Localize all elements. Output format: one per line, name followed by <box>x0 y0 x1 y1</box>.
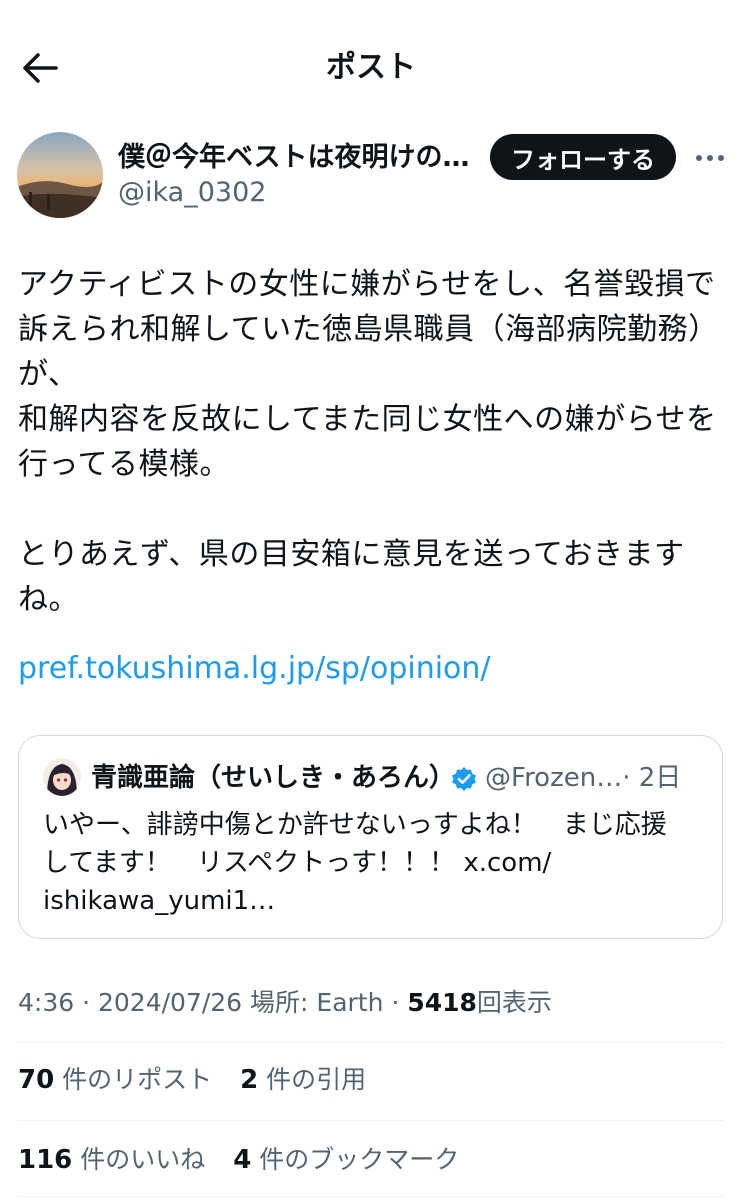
post-link[interactable]: pref.tokushima.lg.jp/sp/opinion/ <box>18 646 491 691</box>
divider <box>18 1042 724 1043</box>
bookmarks-count: 4 <box>233 1145 252 1175</box>
avatar[interactable] <box>17 132 103 218</box>
quoted-post[interactable]: 青識亜論（せいしき・あろん） @Frozen…· 2日 いやー、誹謗中傷とか許せ… <box>18 735 723 939</box>
post-text: アクティビストの女性に嫌がらせをし、名誉毀損で 訴えられ和解していた徳島県職員（… <box>18 267 719 617</box>
follow-button[interactable]: フォローする <box>490 134 676 180</box>
author-name[interactable]: 僕＠今年ベストは夜明けの… <box>118 138 470 178</box>
verified-badge-icon <box>452 767 476 791</box>
more-horizontal-icon <box>696 155 724 161</box>
post-time: 4:36 <box>18 988 75 1017</box>
post-meta: 4:36 · 2024/07/26 場所: Earth · 5418回表示 <box>18 983 552 1023</box>
like-stats-row: 116 件のいいね 4 件のブックマーク <box>18 1140 479 1180</box>
quote-text: いやー、誹謗中傷とか許せないっすよね！ まじ応援 してます！ リスペクトっす！！… <box>43 810 667 916</box>
quote-avatar-image <box>43 758 81 796</box>
page-title: ポスト <box>326 50 416 85</box>
reposts-count: 70 <box>18 1065 55 1095</box>
likes-count: 116 <box>18 1145 73 1175</box>
reposts-stat[interactable]: 70 件のリポスト <box>18 1065 213 1095</box>
quotes-stat[interactable]: 2 件の引用 <box>240 1065 367 1095</box>
more-button[interactable] <box>688 138 732 178</box>
quotes-count: 2 <box>240 1065 259 1095</box>
likes-stat[interactable]: 116 件のいいね <box>18 1145 206 1175</box>
avatar-image <box>17 132 103 218</box>
reposts-label: 件のリポスト <box>62 1065 213 1094</box>
quote-time: · 2日 <box>622 763 682 793</box>
quotes-label: 件の引用 <box>266 1065 367 1094</box>
quote-author-name: 青識亜論（せいしき・あろん） <box>91 763 456 793</box>
repost-stats-row: 70 件のリポスト 2 件の引用 <box>18 1060 386 1100</box>
quote-avatar <box>43 758 81 796</box>
bookmarks-stat[interactable]: 4 件のブックマーク <box>233 1145 460 1175</box>
post-date: 2024/07/26 <box>98 988 243 1017</box>
divider <box>18 1196 724 1197</box>
post-location: 場所: Earth <box>250 988 384 1017</box>
meta-separator: · <box>82 988 91 1017</box>
views-count: 5418 <box>407 988 477 1017</box>
quote-author-handle: @Frozen… <box>485 763 623 793</box>
divider <box>18 1120 724 1121</box>
views-label: 回表示 <box>476 988 552 1017</box>
author-handle[interactable]: @ika_0302 <box>118 175 266 211</box>
likes-label: 件のいいね <box>80 1145 206 1174</box>
quote-author-meta: @Frozen…· 2日 <box>485 758 681 798</box>
bookmarks-label: 件のブックマーク <box>259 1145 460 1174</box>
meta-separator: · <box>391 988 400 1017</box>
